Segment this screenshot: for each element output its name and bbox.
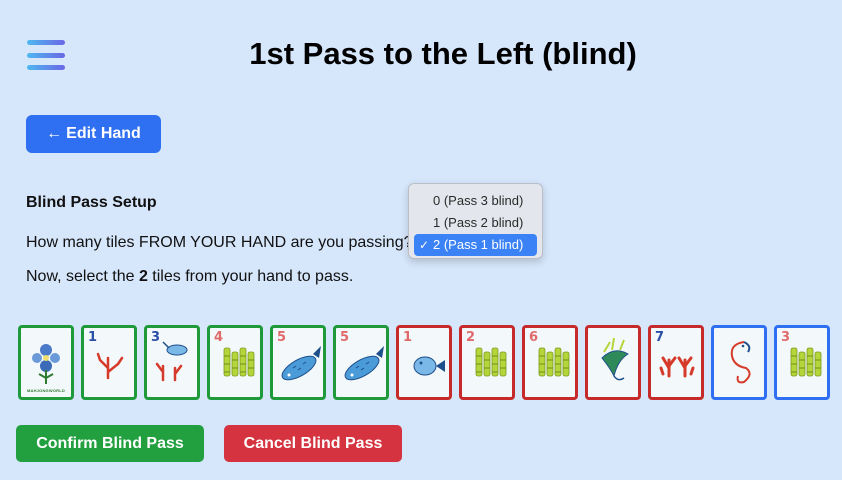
dropdown-option-label: 0 (Pass 3 blind) — [433, 193, 524, 208]
dropdown-option-label: 2 (Pass 1 blind) — [433, 237, 524, 252]
checkmark-icon: ✓ — [419, 238, 430, 252]
dropdown-option-label: 1 (Pass 2 blind) — [433, 215, 524, 230]
hand-tile[interactable]: 1 — [396, 325, 452, 400]
tile-number: 3 — [151, 330, 161, 345]
hand-tiles: MAHJONGWORLD 1 3 4 5 5 1 2 6 7 3 — [18, 325, 830, 400]
hand-tile[interactable]: MAHJONGWORLD — [18, 325, 74, 400]
dropdown-option[interactable]: 0 (Pass 3 blind) — [414, 190, 537, 212]
select-instruction: Now, select the 2 tiles from your hand t… — [26, 268, 353, 286]
confirm-blind-pass-button[interactable]: Confirm Blind Pass — [16, 425, 204, 462]
tile-number: 5 — [340, 330, 350, 345]
pass-count-dropdown[interactable]: 0 (Pass 3 blind) 1 (Pass 2 blind) ✓ 2 (Pass… — [408, 183, 543, 259]
hand-tile[interactable]: 3 — [144, 325, 200, 400]
hand-tile[interactable]: 6 — [522, 325, 578, 400]
tile-number: 6 — [529, 330, 539, 345]
tile-number: 4 — [214, 330, 224, 345]
tile-label: MAHJONGWORLD — [27, 388, 65, 393]
instruction-count: 2 — [138, 268, 148, 285]
edit-hand-button[interactable]: ← Edit Hand — [26, 115, 161, 153]
hand-tile[interactable]: 5 — [333, 325, 389, 400]
tile-number: 5 — [277, 330, 287, 345]
hand-tile[interactable]: 7 — [648, 325, 704, 400]
cancel-blind-pass-button[interactable]: Cancel Blind Pass — [224, 425, 402, 462]
pass-count-question: How many tiles FROM YOUR HAND are you pa… — [26, 234, 413, 251]
instruction-suffix: tiles from your hand to pass. — [147, 268, 354, 285]
dropdown-option[interactable]: ✓ 2 (Pass 1 blind) — [414, 234, 537, 256]
hand-tile[interactable]: 3 — [774, 325, 830, 400]
blind-pass-setup-heading: Blind Pass Setup — [26, 194, 157, 211]
tile-number: 1 — [88, 330, 98, 345]
hand-tile[interactable]: 5 — [270, 325, 326, 400]
dropdown-option[interactable]: 1 (Pass 2 blind) — [414, 212, 537, 234]
hand-tile[interactable]: 4 — [207, 325, 263, 400]
flower-tile-icon — [32, 344, 60, 384]
instruction-prefix: Now, select the — [26, 268, 139, 285]
hand-tile[interactable] — [711, 325, 767, 400]
tile-number: 2 — [466, 330, 476, 345]
tile-number: 7 — [655, 330, 665, 345]
hand-tile[interactable]: 1 — [81, 325, 137, 400]
bird-tile-icon — [601, 337, 629, 381]
back-arrow-icon: ← — [46, 125, 63, 142]
tile-number: 1 — [403, 330, 413, 345]
tile-number: 3 — [781, 330, 791, 345]
edit-hand-label: Edit Hand — [66, 125, 141, 142]
hand-tile[interactable] — [585, 325, 641, 400]
hand-tile[interactable]: 2 — [459, 325, 515, 400]
page-title: 1st Pass to the Left (blind) — [249, 36, 637, 71]
seahorse-tile-icon — [730, 341, 751, 384]
